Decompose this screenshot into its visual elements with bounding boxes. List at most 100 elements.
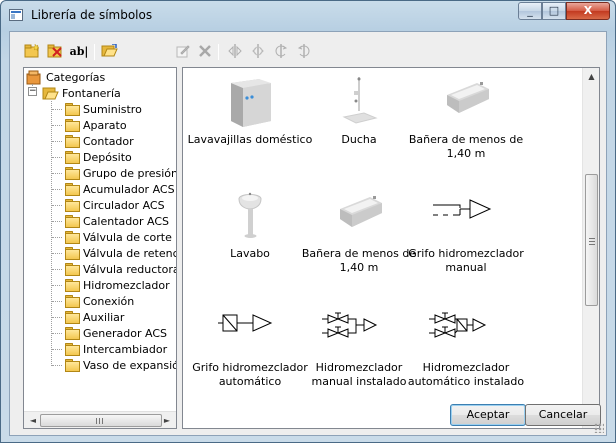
- rotate-right-icon: [297, 44, 310, 58]
- folder-icon: [64, 359, 80, 372]
- title-bar[interactable]: Librería de símbolos _ □ X: [1, 1, 615, 31]
- bathtub-icon: [405, 71, 527, 131]
- folder-icon: [64, 151, 80, 164]
- cancel-button[interactable]: Cancelar: [525, 404, 601, 426]
- flip-horizontal-button[interactable]: [225, 41, 245, 61]
- dishwasher-icon: [189, 71, 311, 131]
- edit-symbol-icon: [176, 45, 190, 58]
- folder-icon: [64, 183, 80, 196]
- tree-line: [52, 157, 62, 158]
- tree-line: [52, 349, 62, 350]
- delete-symbol-button[interactable]: [195, 41, 215, 61]
- toolbar-separator: [218, 44, 219, 60]
- rotate-left-icon: [275, 44, 288, 58]
- symbol-panel[interactable]: Lavavajillas doméstico Ducha Bañera de men…: [182, 67, 600, 429]
- tree-line: [52, 333, 62, 334]
- folder-icon: [64, 327, 80, 340]
- toolbar-separator: [94, 44, 95, 60]
- new-folder-icon: [24, 44, 40, 58]
- symbol-caption-line2: 1,40 m: [446, 147, 486, 160]
- tree-item-label: Calentador ACS: [83, 215, 169, 228]
- tree-line: [52, 317, 62, 318]
- tree-line: [52, 173, 62, 174]
- tree-line: [52, 285, 62, 286]
- manual-mixer-symbol-icon: [405, 185, 527, 245]
- collapse-expander[interactable]: −: [28, 87, 37, 96]
- minimize-button[interactable]: _: [518, 2, 542, 20]
- tree-item-label: Suministro: [83, 103, 142, 116]
- tree-line: [52, 205, 62, 206]
- tree-item-label: Válvula de corte: [83, 231, 172, 244]
- tree-line: [52, 221, 62, 222]
- tree-line: [52, 109, 62, 110]
- open-folder-icon: [101, 44, 118, 57]
- tree-item-label: Vaso de expansió: [83, 359, 177, 372]
- installed-automatic-mixer-symbol-icon: [405, 299, 527, 359]
- scroll-grip-icon: [589, 236, 595, 245]
- tree-item-label: Auxiliar: [83, 311, 125, 324]
- tree-item-label: Conexión: [83, 295, 135, 308]
- symbol-caption-line1: Grifo hidromezclador: [408, 247, 524, 260]
- tree-line: [52, 125, 62, 126]
- open-folder-button[interactable]: [99, 41, 119, 61]
- category-tree[interactable]: Categorías − Fontanería Suministro Aparat…: [23, 67, 177, 429]
- folder-icon: [64, 279, 80, 292]
- tree-horizontal-scrollbar[interactable]: ◄ ►: [24, 411, 176, 428]
- symbol-caption-line2: automático instalado: [407, 375, 525, 388]
- folder-icon: [64, 167, 80, 180]
- tree-item-label: Fontanería: [62, 87, 121, 100]
- tree-item-label: Válvula de retenc: [83, 247, 177, 260]
- toolbar: ab|: [10, 38, 600, 64]
- new-folder-button[interactable]: [22, 41, 42, 61]
- washbasin-icon: [189, 185, 311, 245]
- symbol-caption: Bañera de menos de 1,40 m: [399, 133, 533, 161]
- folder-icon: [64, 103, 80, 116]
- tree-line: [52, 189, 62, 190]
- flip-vertical-button[interactable]: [248, 41, 268, 61]
- folder-icon: [64, 215, 80, 228]
- folder-icon: [64, 135, 80, 148]
- tree-line: [52, 237, 62, 238]
- app-icon: [9, 9, 23, 21]
- rename-button[interactable]: ab|: [67, 41, 91, 61]
- dialog-window: Librería de símbolos _ □ X ab| Categoría…: [0, 0, 616, 443]
- maximize-button[interactable]: □: [542, 2, 566, 20]
- folder-icon: [64, 247, 80, 260]
- tree-line: [52, 141, 62, 142]
- tree-item-label: Válvula reductora: [83, 263, 177, 276]
- categories-icon: [26, 70, 41, 85]
- symbol-caption-line1: Bañera de menos de: [408, 133, 524, 146]
- symbol-caption-line1: Hidromezclador: [422, 361, 510, 374]
- tree-item-label: Acumulador ACS: [83, 183, 175, 196]
- tree-line: [52, 253, 62, 254]
- close-button[interactable]: X: [566, 2, 610, 20]
- edit-symbol-button[interactable]: [173, 41, 193, 61]
- resize-grip-icon[interactable]: [594, 423, 604, 433]
- flip-horizontal-icon: [228, 44, 242, 58]
- scroll-left-arrow-icon[interactable]: ◄: [27, 415, 39, 426]
- folder-icon: [64, 295, 80, 308]
- symbol-caption: Hidromezclador automático instalado: [399, 361, 533, 389]
- delete-folder-button[interactable]: [45, 41, 65, 61]
- rotate-right-button[interactable]: [294, 41, 314, 61]
- symbol-caption: Grifo hidromezclador manual: [399, 247, 533, 275]
- scroll-up-arrow-icon[interactable]: ▲: [586, 71, 597, 83]
- window-title: Librería de símbolos: [31, 8, 153, 22]
- tree-item-label: Aparato: [83, 119, 127, 132]
- tree-item-label: Grupo de presión: [83, 167, 177, 180]
- symbol-vertical-scrollbar[interactable]: ▲ ▼: [582, 68, 599, 428]
- flip-vertical-icon: [252, 44, 264, 58]
- delete-symbol-icon: [199, 45, 211, 57]
- scroll-thumb[interactable]: [585, 174, 598, 306]
- accept-button[interactable]: Aceptar: [450, 404, 526, 426]
- tree-item-label: Contador: [83, 135, 134, 148]
- tree-item-label: Generador ACS: [83, 327, 168, 340]
- automatic-mixer-symbol-icon: [189, 299, 311, 359]
- symbol-caption-line2: manual: [445, 261, 487, 274]
- folder-icon: [64, 343, 80, 356]
- tree-line: [52, 365, 62, 366]
- scroll-right-arrow-icon[interactable]: ►: [161, 415, 173, 426]
- scroll-thumb[interactable]: [40, 414, 162, 427]
- installed-manual-mixer-symbol-icon: [298, 299, 420, 359]
- rotate-left-button[interactable]: [271, 41, 291, 61]
